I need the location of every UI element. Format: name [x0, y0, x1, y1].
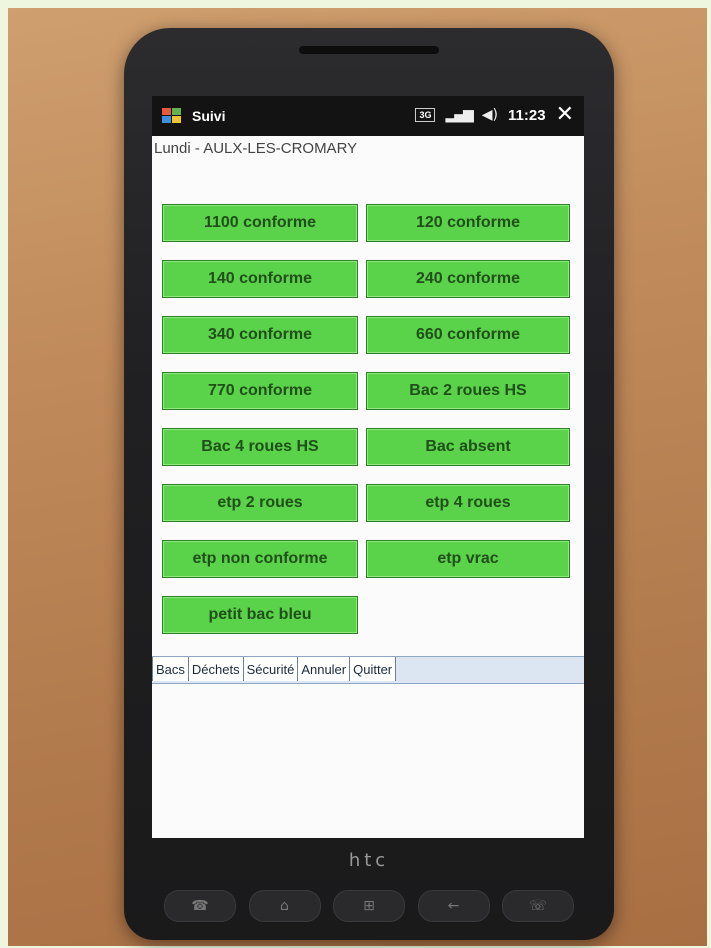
btn-770-conforme[interactable]: 770 conforme	[162, 372, 358, 410]
title-bar: Suivi 3G ▂▄▆ ◀) 11:23 ✕	[152, 96, 584, 136]
phone-screen: Suivi 3G ▂▄▆ ◀) 11:23 ✕ Lundi - AULX-LES…	[152, 96, 584, 838]
tab-securite[interactable]: Sécurité	[243, 657, 299, 681]
tab-dechets[interactable]: Déchets	[188, 657, 244, 681]
btn-240-conforme[interactable]: 240 conforme	[366, 260, 570, 298]
earpiece	[299, 46, 439, 54]
back-button[interactable]: ←	[417, 890, 490, 922]
volume-icon[interactable]: ◀)	[482, 107, 498, 123]
tab-annuler[interactable]: Annuler	[298, 657, 351, 681]
btn-etp-2-roues[interactable]: etp 2 roues	[162, 484, 358, 522]
btn-etp-4-roues[interactable]: etp 4 roues	[366, 484, 570, 522]
btn-140-conforme[interactable]: 140 conforme	[162, 260, 358, 298]
end-call-button[interactable]: ☏	[502, 890, 574, 922]
windows-button[interactable]: ⊞	[333, 890, 405, 922]
3g-icon: 3G	[415, 108, 436, 122]
btn-petit-bac-bleu[interactable]: petit bac bleu	[162, 596, 358, 634]
phone-device: Suivi 3G ▂▄▆ ◀) 11:23 ✕ Lundi - AULX-LES…	[124, 28, 614, 940]
btn-etp-vrac[interactable]: etp vrac	[366, 540, 570, 578]
btn-120-conforme[interactable]: 120 conforme	[366, 204, 570, 242]
button-grid: 1100 conforme 120 conforme 140 conforme …	[162, 204, 572, 634]
tab-bar: Bacs Déchets Sécurité Annuler Quitter	[152, 656, 584, 684]
btn-bac-absent[interactable]: Bac absent	[366, 428, 570, 466]
clock[interactable]: 11:23	[508, 107, 546, 124]
windows-start-icon[interactable]	[162, 108, 182, 124]
call-button[interactable]: ☎	[164, 890, 236, 922]
app-title: Suivi	[192, 108, 226, 124]
btn-bac-4-roues-hs[interactable]: Bac 4 roues HS	[162, 428, 358, 466]
btn-660-conforme[interactable]: 660 conforme	[366, 316, 570, 354]
htc-logo: htc	[348, 850, 390, 871]
btn-bac-2-roues-hs[interactable]: Bac 2 roues HS	[366, 372, 570, 410]
tab-bacs[interactable]: Bacs	[152, 657, 189, 681]
btn-340-conforme[interactable]: 340 conforme	[162, 316, 358, 354]
close-button[interactable]: ✕	[556, 104, 574, 126]
hardware-buttons: ☎ ⌂ ⊞ ← ☏	[164, 886, 574, 926]
signal-icon: ▂▄▆	[445, 107, 473, 123]
btn-etp-non-conforme[interactable]: etp non conforme	[162, 540, 358, 578]
tab-quitter[interactable]: Quitter	[350, 657, 397, 681]
page-subtitle: Lundi - AULX-LES-CROMARY	[154, 140, 358, 157]
btn-1100-conforme[interactable]: 1100 conforme	[162, 204, 358, 242]
status-area: 3G ▂▄▆ ◀) 11:23 ✕	[415, 104, 574, 126]
home-button[interactable]: ⌂	[248, 890, 321, 922]
